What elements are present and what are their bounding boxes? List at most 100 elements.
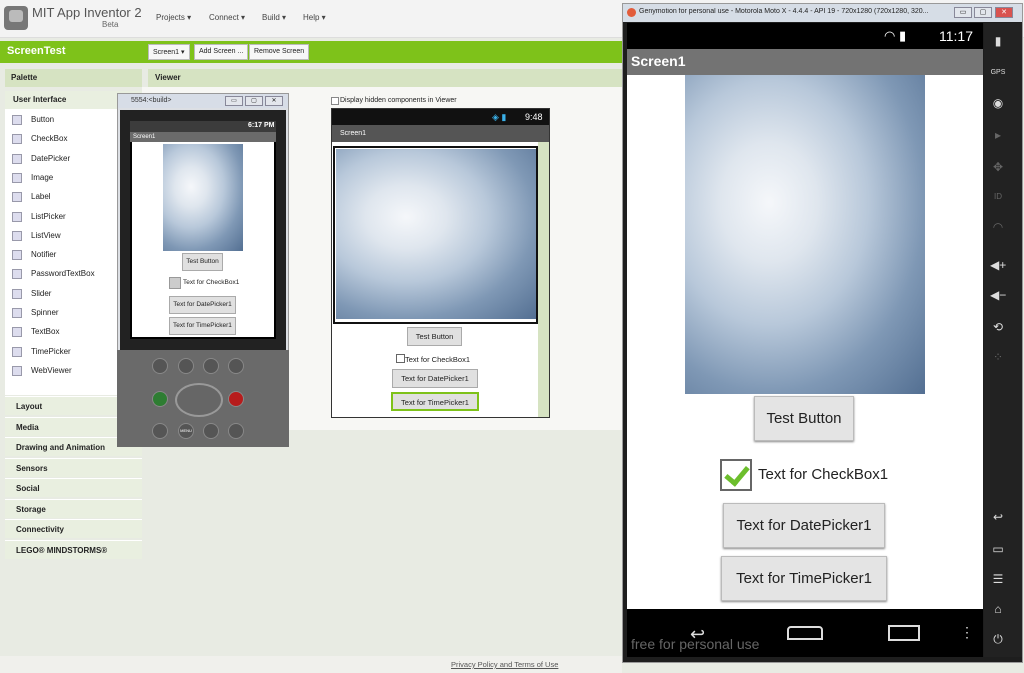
spinner-icon xyxy=(12,308,22,318)
menu-build[interactable]: Build ▾ xyxy=(262,13,286,22)
home-icon[interactable]: ⌂ xyxy=(990,602,1006,616)
palette-item-label: WebViewer xyxy=(31,365,72,375)
genymotion-close-button[interactable]: ✕ xyxy=(995,7,1013,18)
app-inventor-logo-icon[interactable] xyxy=(4,6,28,30)
add-screen-button[interactable]: Add Screen ... xyxy=(194,44,249,60)
recents-icon[interactable]: ▭ xyxy=(990,542,1006,556)
rss-icon[interactable]: ◠ xyxy=(990,220,1006,234)
back-icon[interactable] xyxy=(203,423,219,439)
emulator-timepicker[interactable]: Text for TimePicker1 xyxy=(169,317,236,335)
gps-icon[interactable]: GPS xyxy=(990,66,1006,80)
palette-item-listview[interactable]: ListView xyxy=(10,229,130,243)
emulator-screen-name: Screen1 xyxy=(133,134,156,140)
palette-item-image[interactable]: Image xyxy=(10,171,130,185)
menu-projects[interactable]: Projects ▾ xyxy=(156,13,191,22)
end-call-icon[interactable] xyxy=(228,391,244,407)
datepicker-icon xyxy=(12,153,22,164)
palette-item-button[interactable]: Button xyxy=(10,113,130,127)
rotate-icon[interactable]: ⟲ xyxy=(990,320,1006,334)
palette-item-label[interactable]: Label xyxy=(10,190,130,204)
volume-down-icon[interactable] xyxy=(178,358,194,374)
palette-item-slider[interactable]: Slider xyxy=(10,287,130,301)
menu-help[interactable]: Help ▾ xyxy=(303,13,326,22)
back-icon[interactable]: ↩ xyxy=(990,510,1006,524)
volume-down-icon[interactable]: ◀− xyxy=(990,288,1006,302)
dpad-control[interactable] xyxy=(175,383,223,417)
app-subtitle: Beta xyxy=(102,20,119,29)
emulator-minimize-button[interactable]: ▭ xyxy=(225,96,243,106)
viewer-timepicker[interactable]: Text for TimePicker1 xyxy=(391,392,479,411)
device-datepicker[interactable]: Text for DatePicker1 xyxy=(723,503,885,548)
palette-item-notifier[interactable]: Notifier xyxy=(10,248,130,262)
emulator-clock: 6:17 PM xyxy=(248,122,275,129)
video-icon[interactable]: ▸ xyxy=(990,128,1006,142)
call-icon[interactable] xyxy=(152,391,168,407)
palette-item-label: TextBox xyxy=(31,327,60,337)
power-icon[interactable] xyxy=(228,358,244,374)
palette-item-checkbox[interactable]: CheckBox xyxy=(10,132,130,146)
recents-nav-icon[interactable] xyxy=(888,625,920,641)
remove-screen-button[interactable]: Remove Screen xyxy=(249,44,310,60)
viewer-clock: 9:48 xyxy=(525,112,543,122)
genymotion-title: Genymotion for personal use - Motorola M… xyxy=(639,8,929,15)
viewer-checkbox[interactable] xyxy=(396,354,405,363)
viewer-scrollbar[interactable] xyxy=(538,142,549,417)
genymotion-minimize-button[interactable]: ▭ xyxy=(954,7,972,18)
move-icon[interactable]: ✥ xyxy=(990,160,1006,174)
palette-item-label: CheckBox xyxy=(31,134,68,144)
genymotion-maximize-button[interactable]: ▢ xyxy=(974,7,992,18)
palette-item-label: Notifier xyxy=(31,250,57,260)
search-icon[interactable] xyxy=(228,423,244,439)
camera-icon[interactable] xyxy=(152,358,168,374)
volume-up-icon[interactable] xyxy=(203,358,219,374)
battery-icon[interactable]: ▮ xyxy=(990,34,1006,48)
palette-item-timepicker[interactable]: TimePicker xyxy=(10,345,130,359)
palette-item-spinner[interactable]: Spinner xyxy=(10,306,130,320)
viewer-image[interactable] xyxy=(336,149,536,319)
listview-icon xyxy=(12,230,22,241)
device-timepicker[interactable]: Text for TimePicker1 xyxy=(721,556,887,601)
id-icon[interactable]: ID xyxy=(990,190,1006,204)
emulator-checkbox[interactable] xyxy=(169,277,181,289)
device-checkbox[interactable] xyxy=(720,459,752,491)
palette-item-label: ListView xyxy=(31,230,61,240)
palette-item-label: ListPicker xyxy=(31,211,66,221)
wifi-signal-icon: ◠ ▮ xyxy=(884,28,907,43)
emulator-test-button[interactable]: Test Button xyxy=(182,253,223,271)
emulator-close-button[interactable]: ✕ xyxy=(265,96,283,106)
palette-category[interactable]: Social xyxy=(5,478,142,497)
volume-up-icon[interactable]: ◀+ xyxy=(990,258,1006,272)
overflow-menu-icon[interactable]: ⋮ xyxy=(960,624,974,641)
app-title: MIT App Inventor 2 xyxy=(32,5,142,20)
pixel-icon[interactable]: ⁘ xyxy=(990,350,1006,364)
device-test-button[interactable]: Test Button xyxy=(754,396,854,441)
image-icon xyxy=(12,172,22,183)
viewer-datepicker[interactable]: Text for DatePicker1 xyxy=(392,369,478,388)
emulator-maximize-button[interactable]: ▢ xyxy=(245,96,263,106)
palette-item-listpicker[interactable]: ListPicker xyxy=(10,210,130,224)
palette-category[interactable]: Sensors xyxy=(5,457,142,477)
palette-category[interactable]: Connectivity xyxy=(5,519,142,538)
palette-item-passwordtextbox[interactable]: PasswordTextBox xyxy=(10,267,130,281)
screen-select-button[interactable]: Screen1 ▾ xyxy=(148,44,190,60)
hidden-components-checkbox[interactable] xyxy=(331,97,339,105)
power-icon[interactable]: ⏻ xyxy=(990,632,1006,646)
project-toolbar xyxy=(0,41,622,63)
viewer-status-bar xyxy=(332,109,549,125)
palette-category[interactable]: LEGO® MINDSTORMS® xyxy=(5,539,142,559)
menu-button[interactable]: MENU xyxy=(178,423,194,439)
camera-icon[interactable]: ◉ xyxy=(990,96,1006,110)
menu-connect[interactable]: Connect ▾ xyxy=(209,13,245,22)
emulator-datepicker[interactable]: Text for DatePicker1 xyxy=(169,296,236,314)
textbox-icon xyxy=(12,327,22,338)
home-icon[interactable] xyxy=(152,423,168,439)
emulator-checkbox-label: Text for CheckBox1 xyxy=(183,279,240,286)
privacy-policy-link[interactable]: Privacy Policy and Terms of Use xyxy=(451,660,558,669)
palette-category[interactable]: Storage xyxy=(5,498,142,518)
viewer-test-button[interactable]: Test Button xyxy=(407,327,462,346)
menu-icon[interactable]: ☰ xyxy=(990,572,1006,586)
palette-item-datepicker[interactable]: DatePicker xyxy=(10,152,130,166)
home-nav-icon[interactable] xyxy=(787,626,823,640)
palette-item-webviewer[interactable]: WebViewer xyxy=(10,364,130,378)
palette-item-textbox[interactable]: TextBox xyxy=(10,325,130,339)
